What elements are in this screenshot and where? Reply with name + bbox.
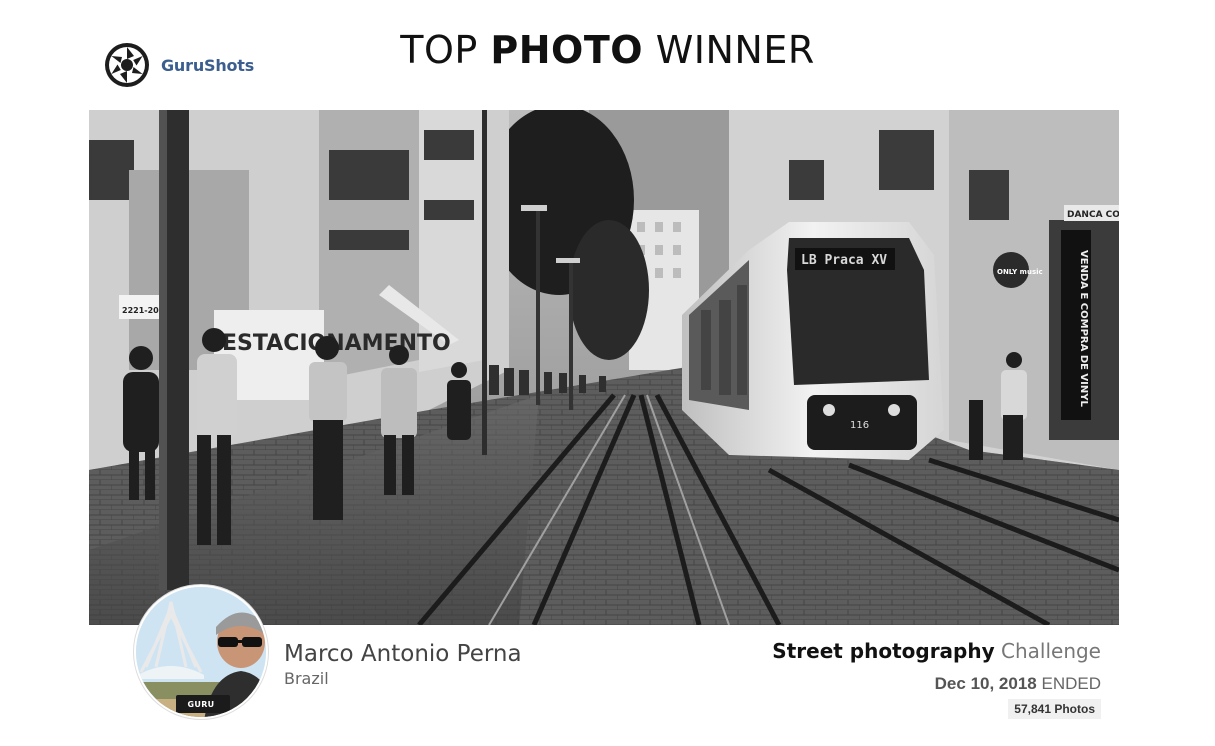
tram-display: LB Praca XV [801, 253, 887, 268]
page-title: TOP PHOTO WINNER [0, 28, 1215, 72]
shop-sign: ONLY music [997, 268, 1043, 276]
guru-badge: GURU [187, 700, 215, 709]
photos-count-badge: 57,841 Photos [1008, 699, 1101, 719]
challenge-title[interactable]: Street photography Challenge [772, 639, 1101, 663]
winning-photo[interactable]: ESTACIONAMENTO 2221-2097 VENDA E COMPRA … [89, 110, 1119, 625]
title-bold: PHOTO [490, 28, 644, 72]
challenge-suffix: Challenge [1001, 639, 1101, 663]
challenge-end-date: Dec 10, 2018 ENDED [935, 674, 1101, 694]
winner-country: Brazil [284, 669, 329, 688]
title-pre: TOP [400, 28, 478, 72]
vertical-sign: VENDA E COMPRA DE VINYL [1078, 250, 1089, 407]
title-post: WINNER [655, 28, 815, 72]
tram-number: 116 [850, 420, 869, 431]
winner-name[interactable]: Marco Antonio Perna [284, 641, 522, 667]
shop-banner: DANCA CO [1067, 210, 1119, 220]
end-status: ENDED [1041, 674, 1101, 693]
end-date: Dec 10, 2018 [934, 674, 1037, 693]
challenge-name: Street photography [772, 639, 995, 663]
avatar[interactable]: GURU [134, 585, 268, 719]
